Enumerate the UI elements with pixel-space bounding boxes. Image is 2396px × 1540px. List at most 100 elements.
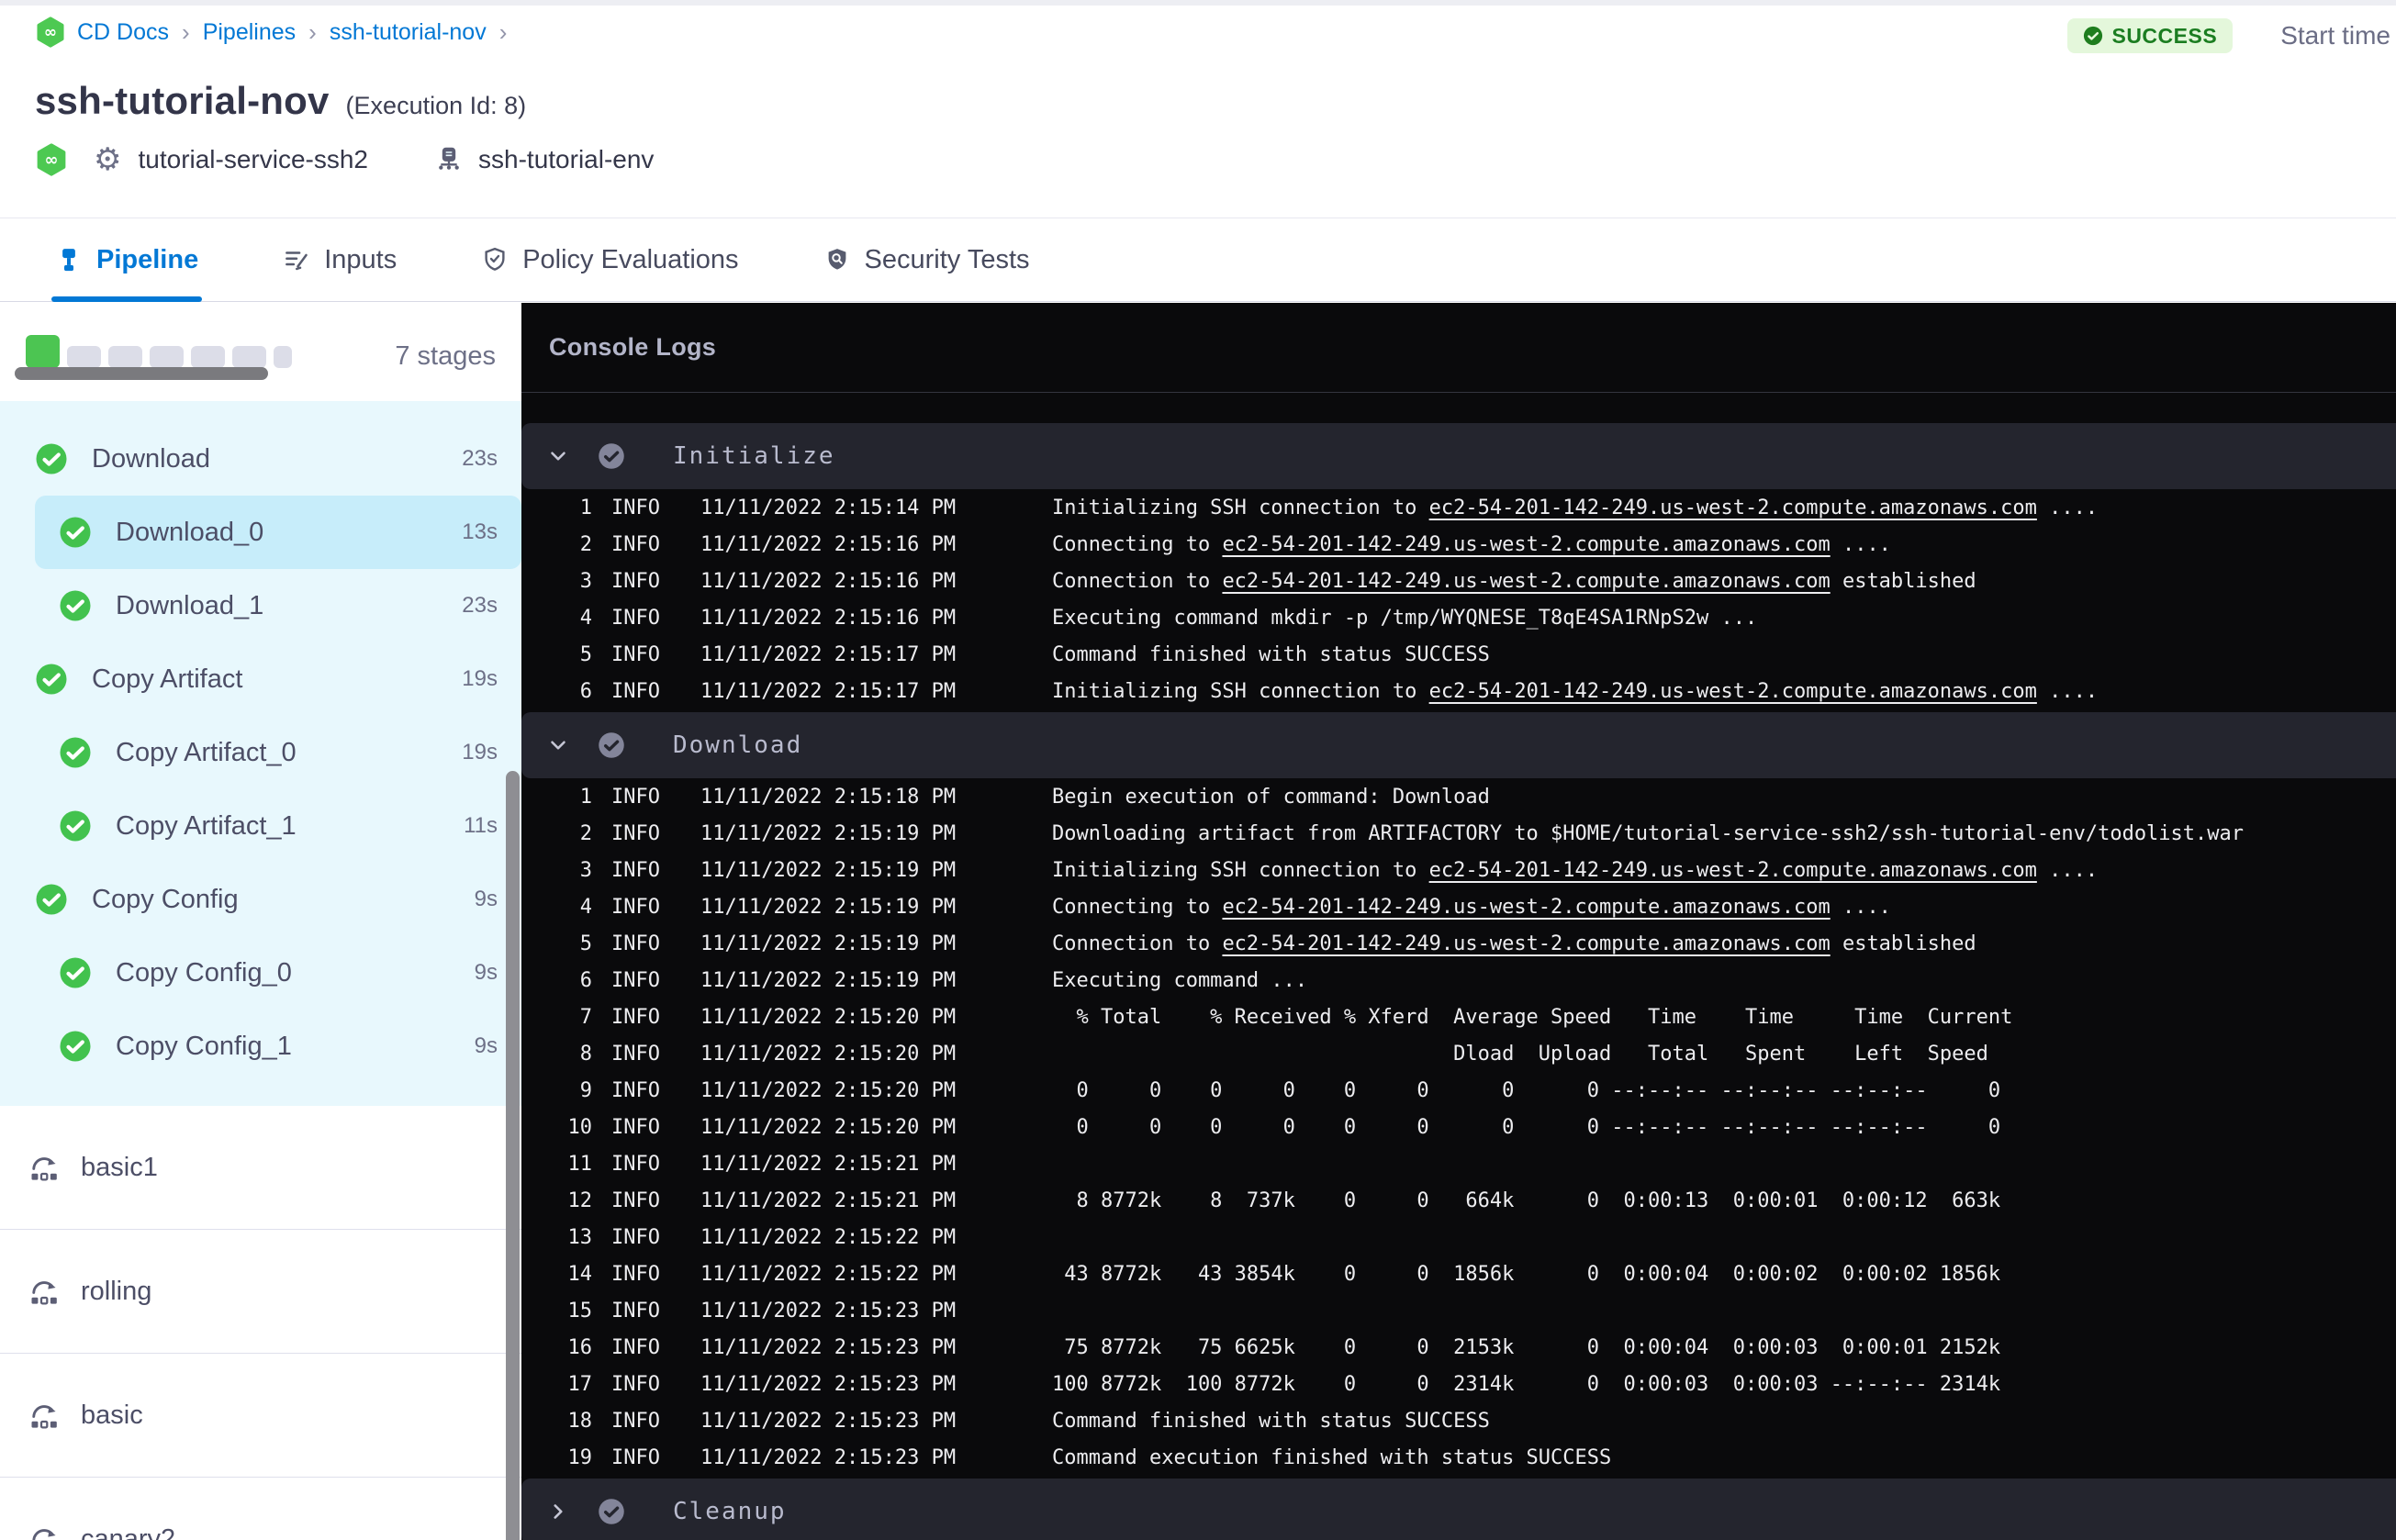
stage-duration: 23s: [462, 593, 498, 618]
stage-row-copy-config-1[interactable]: Copy Config_1 9s: [0, 1010, 521, 1083]
log-section-header-download[interactable]: Download: [521, 712, 2396, 778]
log-message: Dload Upload Total Spent Left Speed: [1052, 1042, 1988, 1066]
log-line: 1 INFO 11/11/2022 2:15:14 PM Initializing S…: [521, 489, 2396, 526]
log-line: 14 INFO 11/11/2022 2:15:22 PM 43 8772k 43 …: [521, 1255, 2396, 1292]
log-level: INFO: [611, 785, 660, 809]
stage-row-download-0[interactable]: Download_0 13s: [35, 496, 521, 569]
log-line-number: 1: [579, 785, 592, 809]
log-host-link[interactable]: ec2-54-201-142-249.us-west-2.compute.ama…: [1222, 932, 1830, 955]
environment-name[interactable]: ssh-tutorial-env: [478, 145, 654, 174]
log-level: INFO: [611, 1299, 660, 1322]
pipeline-row-basic1[interactable]: basic1: [0, 1106, 521, 1230]
pipeline-row-basic[interactable]: basic: [0, 1354, 521, 1478]
log-message: Downloading artifact from ARTIFACTORY to…: [1052, 821, 2245, 845]
log-section-cleanup: Cleanup: [521, 1479, 2396, 1540]
progress-square[interactable]: [26, 335, 60, 368]
log-section-initialize: Initialize 1 INFO 11/11/2022 2:15:14 PM Init…: [521, 423, 2396, 709]
shield-magnifier-icon: [823, 246, 851, 273]
log-host-link[interactable]: ec2-54-201-142-249.us-west-2.compute.ama…: [1222, 533, 1830, 556]
service-name[interactable]: tutorial-service-ssh2: [138, 145, 368, 174]
breadcrumb-link-pipeline[interactable]: ssh-tutorial-nov: [330, 19, 487, 46]
gear-icon: ⚙: [94, 141, 122, 178]
stage-progress-squares: [26, 335, 292, 368]
console-title: Console Logs: [549, 333, 717, 361]
log-host-link[interactable]: ec2-54-201-142-249.us-west-2.compute.ama…: [1222, 570, 1830, 593]
log-level: INFO: [611, 895, 660, 919]
log-line-number: 2: [579, 532, 592, 556]
tab-policy-evaluations[interactable]: Policy Evaluations: [481, 218, 739, 301]
chevron-down-icon: [546, 444, 570, 468]
log-line: 6 INFO 11/11/2022 2:15:19 PM Executing comm…: [521, 962, 2396, 999]
log-message: 0 0 0 0 0 0 0 0 --:--:-- --:--:-- --:--:…: [1052, 1078, 2001, 1102]
log-message: Initializing SSH connection to ec2-54-20…: [1052, 858, 2099, 882]
status-badge: SUCCESS: [2067, 18, 2234, 53]
breadcrumb-link-pipelines[interactable]: Pipelines: [203, 19, 296, 46]
start-time-label: Start time: [2280, 21, 2390, 50]
log-line: 15 INFO 11/11/2022 2:15:23 PM: [521, 1292, 2396, 1329]
log-timestamp: 11/11/2022 2:15:23 PM: [700, 1445, 957, 1469]
breadcrumb-link-project[interactable]: CD Docs: [77, 19, 169, 46]
log-section-header-initialize[interactable]: Initialize: [521, 423, 2396, 489]
log-message: Connecting to ec2-54-201-142-249.us-west…: [1052, 532, 1891, 556]
harness-logo-icon: ∞: [35, 17, 66, 48]
pipeline-name: basic1: [81, 1152, 158, 1182]
log-timestamp: 11/11/2022 2:15:22 PM: [700, 1225, 957, 1249]
log-timestamp: 11/11/2022 2:15:19 PM: [700, 968, 957, 992]
stage-duration: 19s: [462, 740, 498, 764]
console-header: Console Logs: [521, 303, 2396, 393]
page-title: ssh-tutorial-nov: [35, 79, 330, 122]
shield-check-icon: [481, 246, 509, 273]
sidebar-scrollbar-thumb[interactable]: [506, 771, 520, 1540]
log-timestamp: 11/11/2022 2:15:22 PM: [700, 1262, 957, 1286]
log-level: INFO: [611, 1262, 660, 1286]
log-message: 100 8772k 100 8772k 0 0 2314k 0 0:00:03 …: [1052, 1372, 2001, 1396]
breadcrumb: ∞ CD Docs › Pipelines › ssh-tutorial-nov…: [35, 17, 509, 48]
progress-square[interactable]: [67, 346, 101, 368]
progress-square[interactable]: [232, 346, 266, 368]
stage-list: Download 23s Download_0 13s Download_1 23s …: [0, 401, 521, 1106]
log-host-link[interactable]: ec2-54-201-142-249.us-west-2.compute.ama…: [1429, 859, 2037, 882]
chevron-down-icon: [546, 733, 570, 757]
stage-row-download-1[interactable]: Download_1 23s: [0, 569, 521, 642]
success-check-icon: [59, 736, 92, 769]
progress-square[interactable]: [108, 346, 142, 368]
stage-name: Copy Artifact: [92, 664, 243, 694]
log-level: INFO: [611, 496, 660, 519]
tab-bar: Pipeline Inputs Policy Evaluations Secur…: [0, 218, 2396, 302]
log-line: 3 INFO 11/11/2022 2:15:19 PM Initializing S…: [521, 852, 2396, 888]
tab-inputs[interactable]: Inputs: [283, 218, 397, 301]
log-host-link[interactable]: ec2-54-201-142-249.us-west-2.compute.ama…: [1429, 497, 2037, 519]
progress-square[interactable]: [191, 346, 225, 368]
tab-pipeline[interactable]: Pipeline: [50, 218, 203, 302]
success-check-icon: [59, 589, 92, 622]
log-timestamp: 11/11/2022 2:15:21 PM: [700, 1152, 957, 1176]
log-level: INFO: [611, 569, 660, 593]
log-host-link[interactable]: ec2-54-201-142-249.us-west-2.compute.ama…: [1222, 896, 1830, 919]
svg-text:∞: ∞: [45, 151, 59, 170]
tab-security-tests[interactable]: Security Tests: [823, 218, 1030, 301]
stage-row-copy-config-0[interactable]: Copy Config_0 9s: [0, 936, 521, 1010]
stage-row-download[interactable]: Download 23s: [0, 422, 521, 496]
log-section-header-cleanup[interactable]: Cleanup: [521, 1479, 2396, 1540]
stage-row-copy-artifact[interactable]: Copy Artifact 19s: [0, 642, 521, 716]
pipeline-row-rolling[interactable]: rolling: [0, 1230, 521, 1354]
stage-row-copy-artifact-0[interactable]: Copy Artifact_0 19s: [0, 716, 521, 789]
log-level: INFO: [611, 1445, 660, 1469]
log-timestamp: 11/11/2022 2:15:23 PM: [700, 1409, 957, 1433]
log-line-number: 6: [579, 968, 592, 992]
log-timestamp: 11/11/2022 2:15:14 PM: [700, 496, 957, 519]
pipeline-row-canary2[interactable]: canary2: [0, 1478, 521, 1540]
stage-row-copy-config[interactable]: Copy Config 9s: [0, 863, 521, 936]
stages-carousel-scrollbar[interactable]: [15, 367, 268, 380]
log-host-link[interactable]: ec2-54-201-142-249.us-west-2.compute.ama…: [1429, 680, 2037, 703]
log-level: INFO: [611, 932, 660, 955]
progress-square[interactable]: [150, 346, 184, 368]
log-line: 18 INFO 11/11/2022 2:15:23 PM Command finis…: [521, 1402, 2396, 1439]
tab-label: Security Tests: [864, 244, 1030, 274]
stage-row-copy-artifact-1[interactable]: Copy Artifact_1 11s: [0, 789, 521, 863]
progress-square[interactable]: [274, 346, 292, 368]
log-section-download: Download 1 INFO 11/11/2022 2:15:18 PM Begin …: [521, 712, 2396, 1476]
log-timestamp: 11/11/2022 2:15:19 PM: [700, 858, 957, 882]
log-level: INFO: [611, 1115, 660, 1139]
log-line-number: 3: [579, 858, 592, 882]
